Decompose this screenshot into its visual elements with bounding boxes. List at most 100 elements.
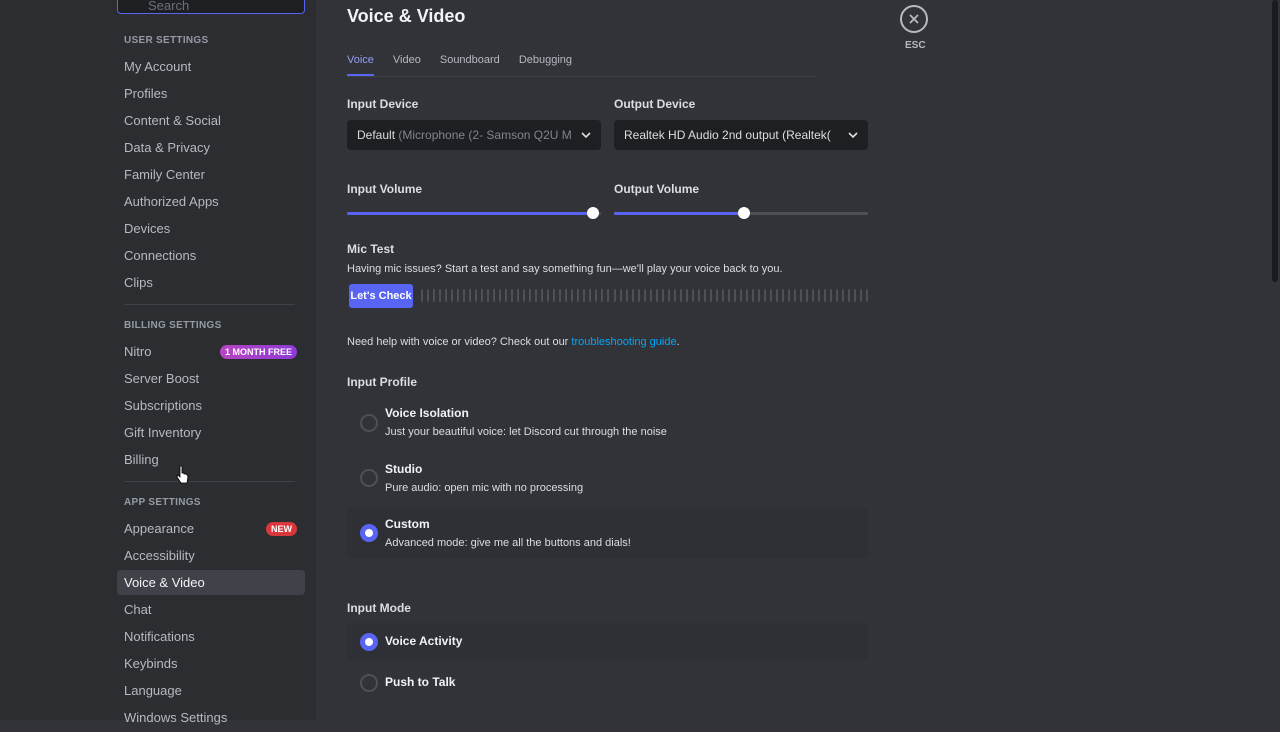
output-device-label: Output Device bbox=[614, 97, 696, 111]
sidebar-item-data-privacy[interactable]: Data & Privacy bbox=[117, 135, 305, 160]
mic-meter-bar bbox=[577, 289, 580, 302]
input-mode-label: Input Mode bbox=[347, 601, 411, 615]
tab-voice[interactable]: Voice bbox=[347, 52, 374, 76]
mic-meter-bar bbox=[830, 289, 833, 302]
mic-meter-bar bbox=[541, 289, 544, 302]
sidebar-item-gift-inventory[interactable]: Gift Inventory bbox=[117, 420, 305, 445]
search-input[interactable]: Search bbox=[117, 0, 305, 14]
close-icon bbox=[909, 14, 919, 24]
output-device-value: Realtek HD Audio 2nd output (Realtek( bbox=[624, 128, 831, 142]
option-title: Push to Talk bbox=[385, 675, 456, 689]
sidebar-item-appearance[interactable]: Appearance NEW bbox=[117, 516, 305, 541]
sidebar-item-label: Nitro bbox=[124, 344, 152, 359]
radio-button[interactable] bbox=[360, 469, 378, 487]
radio-button-selected[interactable] bbox=[360, 524, 378, 542]
mic-meter-bar bbox=[655, 289, 658, 302]
sidebar-item-windows-settings[interactable]: Windows Settings bbox=[117, 705, 305, 730]
mic-meter-bar bbox=[721, 289, 724, 302]
mic-meter-bar bbox=[625, 289, 628, 302]
mic-meter-bar bbox=[571, 289, 574, 302]
sidebar-divider bbox=[124, 481, 295, 482]
mic-meter-bar bbox=[842, 289, 845, 302]
input-volume-slider[interactable] bbox=[347, 205, 601, 221]
sidebar-item-language[interactable]: Language bbox=[117, 678, 305, 703]
sidebar-item-my-account[interactable]: My Account bbox=[117, 54, 305, 79]
input-mode-option-voice-activity[interactable]: Voice Activity bbox=[347, 623, 868, 660]
tab-soundboard[interactable]: Soundboard bbox=[440, 52, 500, 76]
mic-meter-bar bbox=[445, 289, 448, 302]
input-profile-option-voice-isolation[interactable]: Voice Isolation Just your beautiful voic… bbox=[347, 400, 868, 446]
slider-handle[interactable] bbox=[587, 207, 600, 219]
mic-meter-bar bbox=[824, 289, 827, 302]
sidebar-item-billing[interactable]: Billing bbox=[117, 447, 305, 472]
mic-meter-bar bbox=[511, 289, 514, 302]
sidebar-item-server-boost[interactable]: Server Boost bbox=[117, 366, 305, 391]
slider-handle[interactable] bbox=[737, 207, 750, 219]
new-badge: NEW bbox=[266, 522, 297, 536]
input-profile-option-custom[interactable]: Custom Advanced mode: give me all the bu… bbox=[347, 508, 868, 558]
radio-button[interactable] bbox=[360, 674, 378, 692]
lets-check-button[interactable]: Let's Check bbox=[349, 284, 413, 308]
input-device-value: Default bbox=[357, 128, 396, 142]
troubleshooting-guide-link[interactable]: troubleshooting guide bbox=[571, 336, 676, 348]
mic-meter-bar bbox=[757, 289, 760, 302]
sidebar-item-content-social[interactable]: Content & Social bbox=[117, 108, 305, 133]
mic-meter-bar bbox=[475, 289, 478, 302]
option-title: Custom bbox=[385, 517, 430, 531]
help-text-suffix: . bbox=[676, 336, 680, 348]
sidebar-item-authorized-apps[interactable]: Authorized Apps bbox=[117, 189, 305, 214]
mic-meter-bar bbox=[487, 289, 490, 302]
mic-meter-bar bbox=[715, 289, 718, 302]
search-placeholder: Search bbox=[148, 0, 190, 13]
input-mode-option-push-to-talk[interactable]: Push to Talk bbox=[347, 664, 868, 701]
sidebar-item-label: Appearance bbox=[124, 521, 195, 536]
tab-video[interactable]: Video bbox=[393, 52, 421, 76]
mic-meter-bar bbox=[854, 289, 857, 302]
output-device-select[interactable]: Realtek HD Audio 2nd output (Realtek( bbox=[614, 120, 868, 150]
sidebar-item-family-center[interactable]: Family Center bbox=[117, 162, 305, 187]
mic-meter-bar bbox=[523, 289, 526, 302]
page-title: Voice & Video bbox=[347, 6, 466, 26]
mic-meter-bar bbox=[703, 289, 706, 302]
input-profile-option-studio[interactable]: Studio Pure audio: open mic with no proc… bbox=[347, 455, 868, 501]
sidebar-item-voice-video[interactable]: Voice & Video bbox=[117, 570, 305, 595]
sidebar-divider bbox=[124, 304, 295, 305]
option-title: Studio bbox=[385, 462, 423, 476]
sidebar-item-clips[interactable]: Clips bbox=[117, 270, 305, 295]
mic-meter-bar bbox=[818, 289, 821, 302]
sidebar-item-profiles[interactable]: Profiles bbox=[117, 81, 305, 106]
help-text: Need help with voice or video? Check out… bbox=[347, 336, 680, 348]
mic-meter-bar bbox=[589, 289, 592, 302]
mic-meter-bar bbox=[535, 289, 538, 302]
sidebar-item-connections[interactable]: Connections bbox=[117, 243, 305, 268]
sidebar-item-notifications[interactable]: Notifications bbox=[117, 624, 305, 649]
mic-level-meter bbox=[421, 289, 869, 302]
sidebar-item-chat[interactable]: Chat bbox=[117, 597, 305, 622]
mic-meter-bar bbox=[806, 289, 808, 302]
mic-meter-bar bbox=[427, 289, 430, 302]
tabs-divider bbox=[347, 76, 815, 77]
option-title: Voice Isolation bbox=[385, 406, 469, 420]
sidebar-item-subscriptions[interactable]: Subscriptions bbox=[117, 393, 305, 418]
mic-meter-bar bbox=[745, 289, 748, 302]
input-profile-label: Input Profile bbox=[347, 375, 417, 389]
option-title: Voice Activity bbox=[385, 634, 463, 648]
input-device-select[interactable]: Default (Microphone (2- Samson Q2U M bbox=[347, 120, 601, 150]
scrollbar[interactable] bbox=[1272, 0, 1278, 282]
mic-meter-bar bbox=[739, 289, 742, 302]
radio-button-selected[interactable] bbox=[360, 633, 378, 651]
sidebar-item-nitro[interactable]: Nitro 1 MONTH FREE bbox=[117, 339, 305, 364]
mic-meter-bar bbox=[775, 289, 778, 302]
tab-debugging[interactable]: Debugging bbox=[519, 52, 572, 76]
sidebar-item-devices[interactable]: Devices bbox=[117, 216, 305, 241]
output-volume-slider[interactable] bbox=[614, 205, 868, 221]
slider-fill bbox=[347, 212, 594, 215]
mic-meter-bar bbox=[499, 289, 502, 302]
sidebar-item-accessibility[interactable]: Accessibility bbox=[117, 543, 305, 568]
radio-button[interactable] bbox=[360, 414, 378, 432]
input-device-detail: (Microphone (2- Samson Q2U M bbox=[398, 128, 572, 142]
mic-meter-bar bbox=[547, 289, 550, 302]
sidebar-item-keybinds[interactable]: Keybinds bbox=[117, 651, 305, 676]
close-settings-button[interactable] bbox=[900, 5, 928, 33]
mic-meter-bar bbox=[649, 289, 652, 302]
